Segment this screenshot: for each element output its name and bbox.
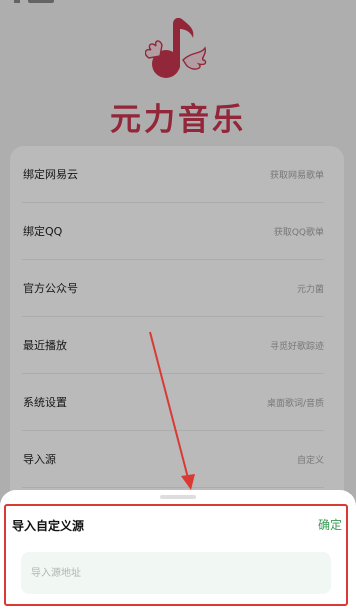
import-source-sheet: 导入自定义源 确定 (0, 490, 356, 615)
sheet-title: 导入自定义源 (12, 519, 85, 533)
import-source-url-input[interactable] (21, 552, 331, 594)
confirm-button[interactable]: 确定 (318, 516, 342, 533)
sheet-drag-handle[interactable] (160, 495, 196, 499)
